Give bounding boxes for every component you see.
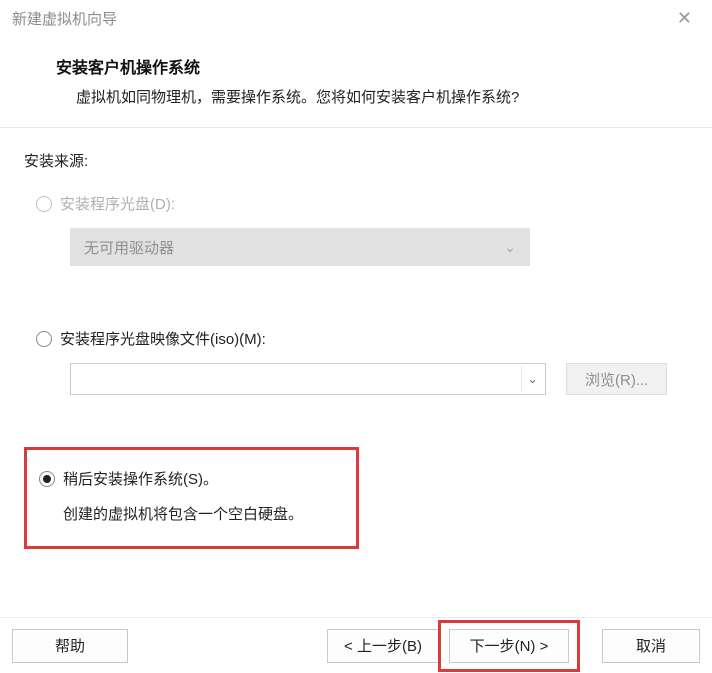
option-disc: 安装程序光盘(D): [24, 193, 688, 214]
chevron-down-icon[interactable]: ⌄ [521, 366, 543, 392]
chevron-down-icon: ⌄ [504, 239, 516, 256]
next-button-highlight: 下一步(N) > [438, 620, 580, 672]
browse-button: 浏览(R)... [566, 363, 667, 395]
radio-iso[interactable] [36, 331, 52, 347]
radio-later[interactable] [39, 471, 55, 487]
cancel-button[interactable]: 取消 [602, 629, 700, 663]
next-button[interactable]: 下一步(N) > [449, 629, 569, 663]
disc-dropdown-value: 无可用驱动器 [84, 237, 174, 258]
option-later[interactable]: 稍后安装操作系统(S)。 [39, 468, 344, 489]
footer: 帮助 < 上一步(B) 下一步(N) > 取消 [0, 617, 712, 673]
titlebar: 新建虚拟机向导 ✕ [0, 0, 712, 36]
back-button[interactable]: < 上一步(B) [327, 629, 439, 663]
help-button[interactable]: 帮助 [12, 629, 128, 663]
close-icon[interactable]: ✕ [669, 4, 700, 33]
option-later-highlight: 稍后安装操作系统(S)。 创建的虚拟机将包含一个空白硬盘。 [24, 447, 359, 549]
option-iso[interactable]: 安装程序光盘映像文件(iso)(M): [24, 328, 688, 349]
option-later-label: 稍后安装操作系统(S)。 [63, 468, 218, 489]
option-later-desc: 创建的虚拟机将包含一个空白硬盘。 [39, 503, 344, 524]
window-title: 新建虚拟机向导 [12, 8, 117, 29]
iso-path-combo[interactable]: ⌄ [70, 363, 546, 395]
wizard-header: 安装客户机操作系统 虚拟机如同物理机，需要操作系统。您将如何安装客户机操作系统? [0, 36, 712, 127]
disc-dropdown: 无可用驱动器 ⌄ [70, 228, 530, 266]
radio-disc [36, 196, 52, 212]
page-title: 安装客户机操作系统 [56, 54, 676, 78]
option-disc-label: 安装程序光盘(D): [60, 193, 175, 214]
content-area: 安装来源: 安装程序光盘(D): 无可用驱动器 ⌄ 安装程序光盘映像文件(iso… [0, 128, 712, 549]
source-label: 安装来源: [24, 150, 688, 171]
option-iso-label: 安装程序光盘映像文件(iso)(M): [60, 328, 266, 349]
page-description: 虚拟机如同物理机，需要操作系统。您将如何安装客户机操作系统? [56, 86, 676, 107]
